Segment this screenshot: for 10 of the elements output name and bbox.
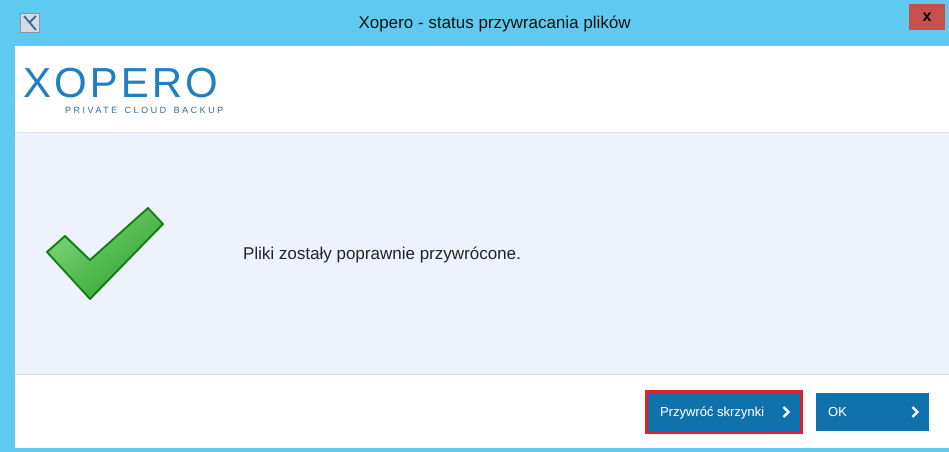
chevron-icon <box>782 406 790 418</box>
status-message: Pliki zostały poprawnie przywrócone. <box>243 244 521 264</box>
restore-mailboxes-button[interactable]: Przywróć skrzynki <box>648 392 800 430</box>
chevron-icon <box>911 406 919 418</box>
window-title: Xopero - status przywracania plików <box>358 13 631 33</box>
app-icon <box>20 13 40 33</box>
logo-wordmark: XOPERO <box>23 63 222 103</box>
close-button[interactable]: x <box>909 4 945 30</box>
ok-button[interactable]: OK <box>816 392 929 430</box>
logo-tagline: PRIVATE CLOUD BACKUP <box>64 105 227 115</box>
